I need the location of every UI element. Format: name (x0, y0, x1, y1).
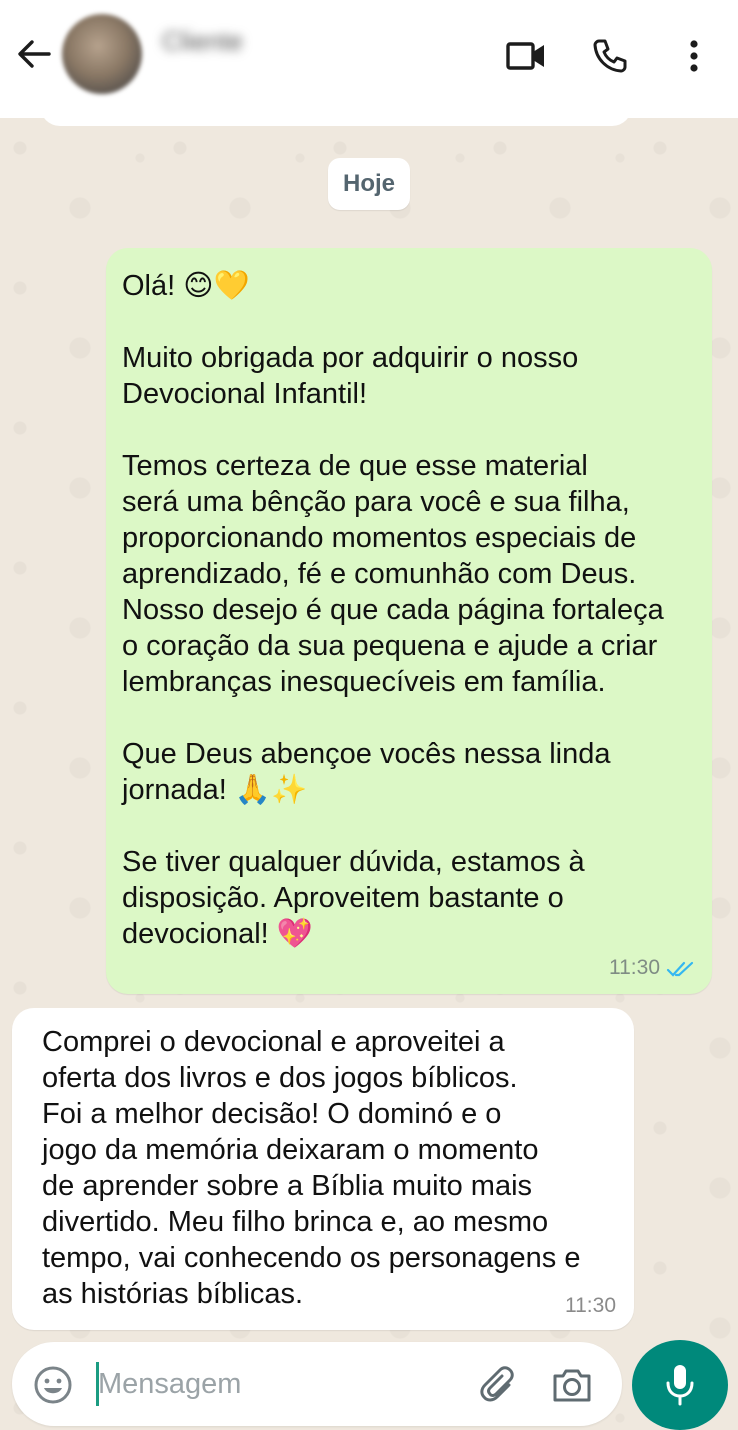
voice-call-button[interactable] (588, 34, 632, 78)
voice-message-button[interactable] (632, 1340, 728, 1430)
contact-name[interactable]: Cliente (162, 26, 243, 57)
outgoing-message-bubble[interactable]: Olá! 😊💛 Muito obrigada por adquirir o no… (106, 248, 712, 994)
message-timestamp: 11:30 (609, 956, 660, 979)
video-call-button[interactable] (504, 34, 548, 78)
avatar[interactable] (62, 14, 142, 94)
double-check-icon (666, 961, 694, 977)
previous-message-bubble (40, 104, 632, 126)
menu-button[interactable] (672, 34, 716, 78)
microphone-icon (666, 1365, 694, 1406)
arrow-left-icon (18, 40, 51, 68)
attach-button[interactable] (476, 1362, 522, 1408)
emoji-icon (34, 1366, 72, 1404)
message-text: Comprei o devocional e aproveitei a ofer… (42, 1026, 581, 1310)
paperclip-icon (480, 1366, 514, 1402)
camera-button[interactable] (548, 1362, 596, 1408)
message-timestamp: 11:30 (565, 1294, 616, 1317)
emoji-button[interactable] (32, 1364, 74, 1406)
chat-header: Cliente (0, 0, 738, 118)
message-composer (12, 1342, 622, 1426)
date-separator: Hoje (328, 158, 410, 210)
phone-icon (593, 39, 627, 73)
camera-icon (553, 1369, 591, 1402)
back-button[interactable] (14, 34, 54, 74)
message-text: Olá! 😊💛 Muito obrigada por adquirir o no… (122, 270, 664, 950)
incoming-message-bubble[interactable]: Comprei o devocional e aproveitei a ofer… (12, 1008, 634, 1330)
message-input[interactable] (98, 1358, 458, 1410)
more-vertical-icon (690, 40, 698, 72)
video-camera-icon (506, 42, 544, 70)
